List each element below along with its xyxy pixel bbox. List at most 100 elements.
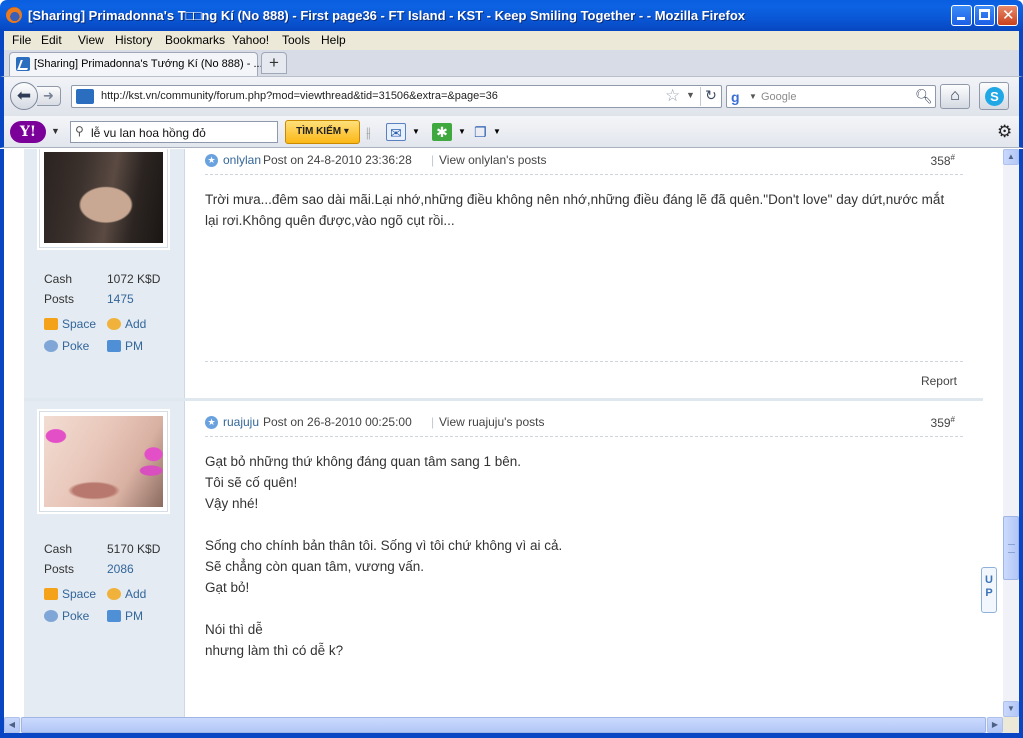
separator: | bbox=[431, 153, 435, 167]
mail-dropdown-icon[interactable]: ▼ bbox=[412, 123, 420, 141]
pm-link[interactable]: PM bbox=[107, 609, 143, 623]
yahoo-search-button[interactable]: TÌM KIẾM ▾ bbox=[285, 120, 360, 144]
space-link[interactable]: Space bbox=[44, 587, 96, 601]
add-friend-link[interactable]: Add bbox=[107, 317, 146, 331]
address-bar[interactable]: http://kst.vn/community/forum.php?mod=vi… bbox=[71, 85, 722, 108]
cash-value: 1072 K$D bbox=[107, 272, 161, 286]
search-bar[interactable]: g ▼ Google 🔍︎ bbox=[726, 85, 936, 108]
envelope-icon bbox=[107, 340, 121, 352]
menu-bookmarks[interactable]: Bookmarks bbox=[165, 33, 225, 47]
scroll-left-arrow-icon[interactable]: ◀ bbox=[4, 717, 20, 733]
bookmark-star-icon[interactable]: ☆ bbox=[665, 86, 680, 106]
scrollbar-corner bbox=[1003, 717, 1019, 733]
tab-active[interactable]: [Sharing] Primadonna's Tướng Kí (No 888)… bbox=[9, 52, 263, 76]
search-icon: ⚲ bbox=[75, 124, 84, 138]
pages-dropdown-icon[interactable]: ▼ bbox=[493, 123, 501, 141]
online-status-icon: ★ bbox=[205, 154, 218, 167]
avatar[interactable] bbox=[39, 149, 168, 248]
menu-file[interactable]: File bbox=[12, 33, 31, 47]
menu-edit[interactable]: Edit bbox=[41, 33, 62, 47]
window-title: [Sharing] Primadonna's T□□ng Kí (No 888)… bbox=[28, 8, 746, 23]
home-icon bbox=[44, 588, 58, 600]
menu-bar: File Edit View History Bookmarks Yahoo! … bbox=[0, 31, 1023, 50]
posts-count-link[interactable]: 1475 bbox=[107, 292, 134, 306]
yahoo-logo-icon[interactable]: Y! bbox=[10, 121, 46, 143]
post-number[interactable]: 358# bbox=[931, 153, 955, 168]
reload-icon[interactable]: ↻ bbox=[700, 87, 721, 106]
menu-history[interactable]: History bbox=[115, 33, 152, 47]
new-tab-button[interactable]: + bbox=[261, 52, 287, 74]
space-link[interactable]: Space bbox=[44, 317, 96, 331]
pm-label: PM bbox=[125, 339, 143, 353]
home-button[interactable]: ⌂ bbox=[940, 84, 970, 109]
url-text[interactable]: http://kst.vn/community/forum.php?mod=vi… bbox=[101, 90, 498, 102]
menu-view[interactable]: View bbox=[78, 33, 104, 47]
post-number-suffix: # bbox=[950, 153, 955, 162]
post-footer-divider bbox=[205, 361, 963, 362]
pages-icon[interactable]: ❐ bbox=[474, 123, 487, 141]
separator: | bbox=[431, 415, 435, 429]
google-engine-icon[interactable]: g bbox=[731, 89, 747, 105]
engine-dropdown-icon[interactable]: ▼ bbox=[749, 92, 757, 101]
search-go-icon[interactable]: 🔍︎ bbox=[915, 88, 933, 105]
scroll-to-top-button[interactable]: UP bbox=[981, 567, 997, 613]
maximize-button[interactable] bbox=[974, 5, 995, 26]
space-label: Space bbox=[62, 317, 97, 331]
post-number-suffix: # bbox=[950, 415, 955, 424]
add-label: Add bbox=[125, 317, 147, 331]
scroll-right-arrow-icon[interactable]: ▶ bbox=[987, 717, 1003, 733]
mail-icon[interactable]: ✉ bbox=[386, 123, 406, 141]
skype-button[interactable]: S bbox=[979, 82, 1009, 110]
handshake-icon bbox=[107, 318, 121, 330]
close-button[interactable]: ✕ bbox=[997, 5, 1018, 26]
poke-link[interactable]: Poke bbox=[44, 339, 89, 353]
poke-link[interactable]: Poke bbox=[44, 609, 89, 623]
yahoo-search-input[interactable]: lễ vu lan hoa hồng đỏ bbox=[91, 126, 206, 140]
vertical-scroll-thumb[interactable] bbox=[1003, 516, 1019, 580]
settings-gear-icon[interactable]: ⚙ bbox=[997, 122, 1012, 142]
author-link[interactable]: ruajuju bbox=[223, 415, 259, 429]
avatar[interactable] bbox=[39, 411, 168, 512]
site-favicon-icon bbox=[16, 57, 30, 71]
pm-link[interactable]: PM bbox=[107, 339, 143, 353]
search-input[interactable]: Google bbox=[761, 91, 796, 103]
online-status-icon: ★ bbox=[205, 416, 218, 429]
tab-bar: [Sharing] Primadonna's Tướng Kí (No 888)… bbox=[0, 50, 1023, 76]
forward-button[interactable]: ➜ bbox=[37, 86, 61, 106]
horizontal-scroll-thumb[interactable] bbox=[21, 717, 986, 733]
star-dropdown-icon[interactable]: ▼ bbox=[458, 123, 466, 141]
window-frame-bottom bbox=[0, 733, 1023, 738]
yahoo-menu-dropdown-icon[interactable]: ▼ bbox=[51, 126, 60, 136]
firefox-logo-icon bbox=[6, 7, 22, 23]
posts-count-link[interactable]: 2086 bbox=[107, 562, 134, 576]
cash-value: 5170 K$D bbox=[107, 542, 161, 556]
author-link[interactable]: onlylan bbox=[223, 153, 261, 167]
view-posts-link[interactable]: View ruajuju's posts bbox=[439, 415, 544, 429]
history-dropdown-icon[interactable]: ▼ bbox=[686, 90, 695, 100]
scroll-up-arrow-icon[interactable]: ▲ bbox=[1003, 149, 1019, 165]
menu-yahoo[interactable]: Yahoo! bbox=[232, 33, 269, 47]
yahoo-search-box[interactable]: ⚲ lễ vu lan hoa hồng đỏ bbox=[70, 121, 278, 143]
menu-tools[interactable]: Tools bbox=[282, 33, 310, 47]
post-number-value: 359 bbox=[930, 416, 951, 430]
site-identity-icon[interactable] bbox=[76, 89, 94, 104]
cash-label: Cash bbox=[44, 272, 73, 286]
user-sidebar: Cash 5170 K$D Posts 2086 Space Add Poke … bbox=[24, 401, 185, 717]
post-date: Post on 24-8-2010 23:36:28 bbox=[263, 153, 412, 167]
poke-icon bbox=[44, 340, 58, 352]
scroll-down-arrow-icon[interactable]: ▼ bbox=[1003, 701, 1019, 717]
horizontal-scrollbar[interactable]: ◀ ▶ bbox=[4, 717, 1003, 733]
flickr-star-icon[interactable]: ✱ bbox=[432, 123, 452, 141]
page-content: Cash 1072 K$D Posts 1475 Space Add Poke … bbox=[4, 149, 1003, 717]
menu-help[interactable]: Help bbox=[321, 33, 346, 47]
vertical-scrollbar[interactable]: ▲ ▼ bbox=[1003, 149, 1019, 717]
tab-label: [Sharing] Primadonna's Tướng Kí (No 888)… bbox=[34, 58, 263, 70]
view-posts-link[interactable]: View onlylan's posts bbox=[439, 153, 546, 167]
back-button[interactable]: ⬅ bbox=[10, 82, 38, 110]
add-friend-link[interactable]: Add bbox=[107, 587, 146, 601]
minimize-button[interactable] bbox=[951, 5, 972, 26]
report-link[interactable]: Report bbox=[921, 374, 957, 388]
window-frame-left bbox=[0, 149, 4, 738]
post-body: ★ ruajuju Post on 26-8-2010 00:25:00 | V… bbox=[205, 401, 963, 717]
post-number[interactable]: 359# bbox=[931, 415, 955, 430]
